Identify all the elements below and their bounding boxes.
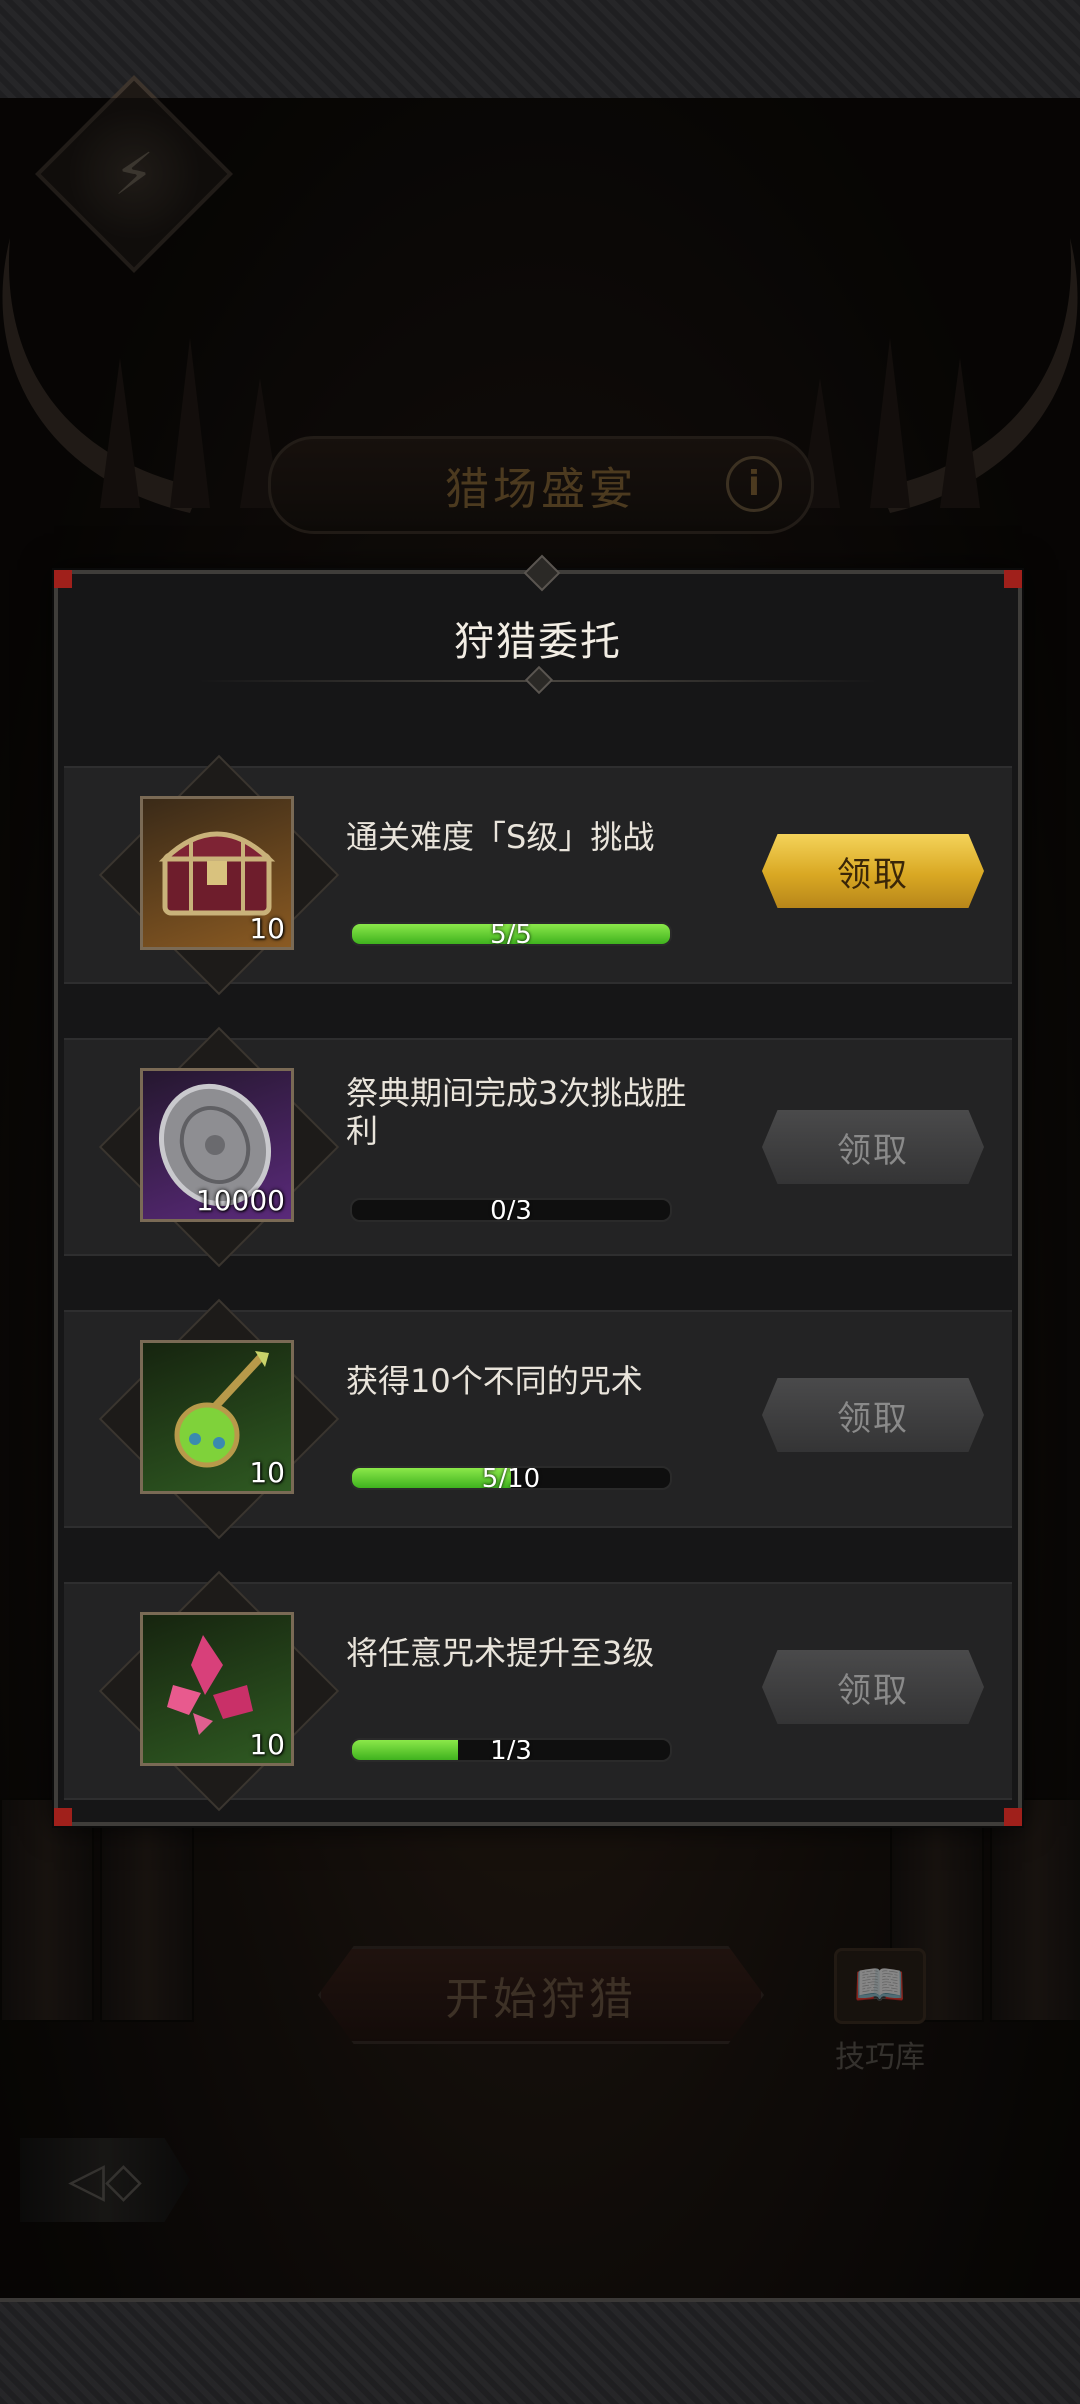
hunt-commission-modal: 狩猎委托 10 通关难度「S级」挑战 5/5 领取 10000 祭典期间完成3次… [54, 554, 1022, 1826]
task-row: 10 获得10个不同的咒术 5/10 领取 [64, 1298, 1012, 1540]
task-row: 10 通关难度「S级」挑战 5/5 领取 [64, 754, 1012, 996]
task-description: 将任意咒术提升至3级 [346, 1634, 655, 1672]
corner-ornament [1004, 1808, 1022, 1826]
reward-quantity: 10 [249, 1456, 285, 1489]
reward-box: 10 [140, 1340, 294, 1494]
reward-slot[interactable]: 10 [98, 1570, 340, 1812]
progress-bar: 0/3 [350, 1198, 672, 1222]
reward-box: 10 [140, 796, 294, 950]
progress-bar: 1/3 [350, 1738, 672, 1762]
task-description: 通关难度「S级」挑战 [346, 818, 655, 856]
claim-button[interactable]: 领取 [762, 1110, 984, 1184]
claim-button[interactable]: 领取 [762, 834, 984, 908]
bottom-ornate-bar [0, 2298, 1080, 2404]
reward-box: 10 [140, 1612, 294, 1766]
progress-text: 5/10 [481, 1466, 541, 1490]
task-description: 获得10个不同的咒术 [346, 1362, 643, 1400]
progress-text: 1/3 [490, 1738, 532, 1762]
task-description: 祭典期间完成3次挑战胜利 [346, 1074, 687, 1150]
task-row: 10000 祭典期间完成3次挑战胜利 0/3 领取 [64, 1026, 1012, 1268]
claim-button[interactable]: 领取 [762, 1650, 984, 1724]
progress-bar: 5/5 [350, 922, 672, 946]
reward-quantity: 10000 [195, 1184, 285, 1217]
reward-slot[interactable]: 10 [98, 1298, 340, 1540]
reward-slot[interactable]: 10000 [98, 1026, 340, 1268]
progress-text: 0/3 [490, 1198, 532, 1222]
reward-slot[interactable]: 10 [98, 754, 340, 996]
corner-ornament [54, 1808, 72, 1826]
reward-quantity: 10 [249, 1728, 285, 1761]
top-ornate-bar [0, 0, 1080, 102]
progress-bar: 5/10 [350, 1466, 672, 1490]
task-row: 10 将任意咒术提升至3级 1/3 领取 [64, 1570, 1012, 1812]
progress-text: 5/5 [490, 922, 532, 946]
claim-button[interactable]: 领取 [762, 1378, 984, 1452]
reward-box: 10000 [140, 1068, 294, 1222]
reward-quantity: 10 [249, 912, 285, 945]
